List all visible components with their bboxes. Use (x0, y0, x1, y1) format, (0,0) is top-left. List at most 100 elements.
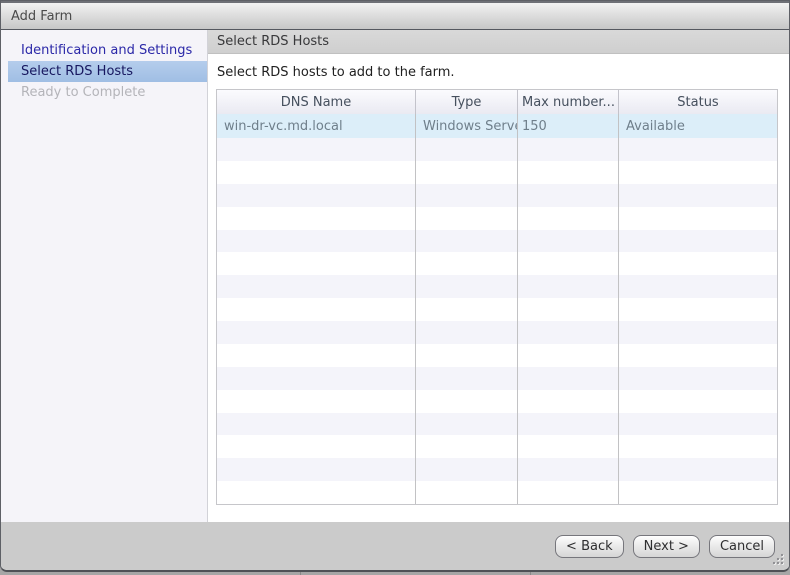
empty-cell (217, 321, 416, 344)
empty-cell (619, 481, 777, 504)
empty-cell (217, 298, 416, 321)
empty-cell (518, 275, 619, 298)
empty-cell (416, 413, 518, 436)
empty-cell (619, 344, 777, 367)
empty-cell (217, 207, 416, 230)
empty-cell (619, 390, 777, 413)
step-select-rds-hosts[interactable]: Select RDS Hosts (8, 61, 207, 82)
empty-cell (217, 413, 416, 436)
dialog-title: Add Farm (11, 9, 72, 24)
page-title: Select RDS Hosts (217, 34, 329, 49)
empty-cell (217, 458, 416, 481)
dialog-body: Identification and Settings Select RDS H… (1, 30, 789, 522)
empty-cell (217, 481, 416, 504)
empty-cell (416, 458, 518, 481)
table-header-row: DNS Name Type Max number... Status (217, 90, 777, 114)
page-title-bar: Select RDS Hosts (208, 30, 789, 54)
empty-cell (619, 138, 777, 161)
empty-cell (217, 161, 416, 184)
empty-cell (518, 138, 619, 161)
empty-table-row (217, 161, 777, 184)
empty-cell (619, 413, 777, 436)
empty-cell (619, 252, 777, 275)
dialog-footer: < Back Next > Cancel (1, 522, 789, 570)
empty-table-row (217, 435, 777, 458)
column-header-dns-name[interactable]: DNS Name (217, 90, 416, 114)
empty-cell (518, 161, 619, 184)
empty-cell (416, 207, 518, 230)
empty-cell (619, 435, 777, 458)
column-header-type[interactable]: Type (416, 90, 518, 114)
step-ready-to-complete: Ready to Complete (1, 82, 207, 103)
empty-cell (518, 481, 619, 504)
empty-table-row (217, 413, 777, 436)
empty-cell (619, 161, 777, 184)
cell-status: Available (619, 114, 777, 138)
empty-cell (416, 390, 518, 413)
cancel-button[interactable]: Cancel (709, 535, 775, 558)
step-identification-and-settings[interactable]: Identification and Settings (1, 40, 207, 61)
empty-table-row (217, 458, 777, 481)
empty-cell (217, 367, 416, 390)
empty-cell (416, 184, 518, 207)
step-label: Identification and Settings (21, 43, 192, 58)
empty-table-row (217, 207, 777, 230)
cell-dns-name: win-dr-vc.md.local (217, 114, 416, 138)
rds-table-empty-rows (217, 138, 777, 504)
empty-cell (518, 321, 619, 344)
empty-cell (217, 435, 416, 458)
empty-table-row (217, 367, 777, 390)
empty-cell (619, 207, 777, 230)
empty-cell (619, 458, 777, 481)
empty-cell (416, 321, 518, 344)
empty-cell (619, 184, 777, 207)
empty-cell (518, 413, 619, 436)
column-header-status[interactable]: Status (619, 90, 777, 114)
empty-table-row (217, 481, 777, 504)
empty-cell (518, 252, 619, 275)
column-header-max-number[interactable]: Max number... (518, 90, 619, 114)
empty-cell (217, 275, 416, 298)
next-button[interactable]: Next > (633, 535, 700, 558)
table-row[interactable]: win-dr-vc.md.local Windows Server 150 Av… (217, 114, 777, 138)
resize-grip[interactable] (771, 552, 785, 566)
empty-table-row (217, 298, 777, 321)
empty-table-row (217, 184, 777, 207)
back-button[interactable]: < Back (555, 535, 624, 558)
empty-table-row (217, 321, 777, 344)
empty-cell (619, 298, 777, 321)
empty-table-row (217, 252, 777, 275)
empty-cell (619, 321, 777, 344)
empty-cell (518, 230, 619, 253)
empty-cell (416, 138, 518, 161)
empty-cell (518, 298, 619, 321)
empty-cell (518, 184, 619, 207)
empty-cell (518, 344, 619, 367)
instruction-text: Select RDS hosts to add to the farm. (217, 65, 789, 80)
dialog-titlebar[interactable]: Add Farm (1, 1, 789, 30)
add-farm-dialog: Add Farm Identification and Settings Sel… (0, 0, 790, 572)
step-label: Select RDS Hosts (21, 64, 133, 79)
empty-cell (217, 138, 416, 161)
empty-cell (416, 298, 518, 321)
empty-cell (217, 230, 416, 253)
empty-cell (217, 390, 416, 413)
empty-cell (416, 230, 518, 253)
empty-cell (217, 252, 416, 275)
empty-cell (518, 367, 619, 390)
empty-cell (619, 275, 777, 298)
empty-cell (518, 458, 619, 481)
empty-table-row (217, 390, 777, 413)
empty-cell (416, 481, 518, 504)
empty-table-row (217, 344, 777, 367)
cell-max-number: 150 (518, 114, 619, 138)
empty-cell (416, 161, 518, 184)
empty-cell (416, 252, 518, 275)
empty-cell (416, 275, 518, 298)
step-label: Ready to Complete (21, 85, 145, 100)
empty-table-row (217, 230, 777, 253)
empty-cell (619, 230, 777, 253)
wizard-steps-sidebar: Identification and Settings Select RDS H… (1, 30, 208, 522)
empty-cell (518, 207, 619, 230)
empty-cell (217, 344, 416, 367)
